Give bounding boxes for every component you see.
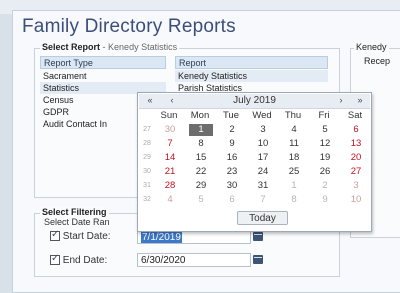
calendar-day[interactable]: 26 bbox=[313, 166, 337, 178]
calendar-day[interactable]: 1 bbox=[189, 124, 213, 136]
calendar-day[interactable]: 3 bbox=[344, 180, 368, 192]
calendar-day[interactable]: 5 bbox=[313, 124, 337, 136]
next-month-icon[interactable]: › bbox=[334, 95, 348, 105]
calendar-day[interactable]: 12 bbox=[313, 138, 337, 150]
calendar-day[interactable]: 8 bbox=[189, 138, 213, 150]
calendar-day[interactable]: 8 bbox=[282, 194, 306, 206]
calendar-day[interactable]: 22 bbox=[189, 166, 213, 178]
calendar-day[interactable]: 27 bbox=[344, 166, 368, 178]
start-date-input[interactable]: 7/1/2019 bbox=[137, 230, 251, 244]
day-name-sat: Sat bbox=[347, 110, 363, 121]
calendar-day[interactable]: 6 bbox=[344, 124, 368, 136]
calendar-day[interactable]: 30 bbox=[220, 180, 244, 192]
start-date-checkbox[interactable]: ✓ bbox=[50, 229, 60, 242]
end-date-row: ✓ End Date: bbox=[50, 253, 108, 266]
start-date-label: Start Date: bbox=[62, 231, 111, 242]
start-date-value: 7/1/2019 bbox=[141, 232, 182, 243]
day-name-mon: Mon bbox=[190, 110, 210, 121]
calendar-day[interactable]: 25 bbox=[282, 166, 306, 178]
day-name-tue: Tue bbox=[222, 110, 240, 121]
day-name-wed: Wed bbox=[252, 110, 272, 121]
calendar-day[interactable]: 4 bbox=[282, 124, 306, 136]
report-type-item-sacrament[interactable]: Sacrament bbox=[40, 70, 166, 82]
right-group-sublabel: Recep bbox=[364, 56, 391, 66]
next-year-icon[interactable]: » bbox=[353, 95, 367, 105]
report-item-kenedy-statistics[interactable]: Kenedy Statistics bbox=[175, 70, 328, 82]
checkmark-icon: ✓ bbox=[51, 253, 60, 265]
calendar-day[interactable]: 7 bbox=[158, 138, 182, 150]
calendar-day[interactable]: 9 bbox=[313, 194, 337, 206]
checkmark-icon: ✓ bbox=[51, 229, 60, 241]
calendar-day[interactable]: 17 bbox=[251, 152, 275, 164]
calendar-day[interactable]: 10 bbox=[344, 194, 368, 206]
today-button[interactable]: Today bbox=[237, 211, 288, 225]
date-range-label: Select Date Ran bbox=[44, 217, 110, 227]
calendar-day[interactable]: 30 bbox=[158, 124, 182, 136]
calendar-day[interactable]: 10 bbox=[251, 138, 275, 150]
calendar-day[interactable]: 7 bbox=[251, 194, 275, 206]
week-number: 28 bbox=[143, 140, 151, 147]
select-report-legend: Select Report - Kenedy Statistics bbox=[40, 42, 180, 52]
calendar-day[interactable]: 15 bbox=[189, 152, 213, 164]
day-name-sun: Sun bbox=[160, 110, 178, 121]
right-group-legend: Kenedy bbox=[354, 42, 389, 52]
calendar-day[interactable]: 19 bbox=[313, 152, 337, 164]
week-number: 31 bbox=[143, 182, 151, 189]
select-filtering-legend-title: Select Filtering bbox=[42, 207, 107, 217]
calendar-day[interactable]: 2 bbox=[220, 124, 244, 136]
calendar-nav-bar: « ‹ July 2019 › » bbox=[139, 94, 370, 109]
calendar-day[interactable]: 3 bbox=[251, 124, 275, 136]
calendar-day[interactable]: 13 bbox=[344, 138, 368, 150]
start-date-row: ✓ Start Date: bbox=[50, 229, 111, 242]
calendar-day[interactable]: 1 bbox=[282, 180, 306, 192]
calendar-day[interactable]: 31 bbox=[251, 180, 275, 192]
select-report-legend-title: Select Report bbox=[42, 42, 101, 52]
day-name-thu: Thu bbox=[284, 110, 302, 121]
end-date-label: End Date: bbox=[62, 255, 108, 266]
calendar-day[interactable]: 11 bbox=[282, 138, 306, 150]
calendar-day[interactable]: 4 bbox=[158, 194, 182, 206]
calendar-day[interactable]: 28 bbox=[158, 180, 182, 192]
calendar-day[interactable]: 14 bbox=[158, 152, 182, 164]
calendar-day[interactable]: 20 bbox=[344, 152, 368, 164]
end-date-calendar-icon[interactable] bbox=[253, 255, 263, 264]
calendar-day[interactable]: 16 bbox=[220, 152, 244, 164]
calendar-day[interactable]: 21 bbox=[158, 166, 182, 178]
select-report-legend-subtitle: - Kenedy Statistics bbox=[102, 42, 178, 52]
calendar-day[interactable]: 9 bbox=[220, 138, 244, 150]
date-picker-popup: « ‹ July 2019 › » Sun Mon Tue Wed Thu Fr… bbox=[137, 92, 372, 232]
end-date-input[interactable]: 6/30/2020 bbox=[137, 253, 251, 267]
calendar-day[interactable]: 18 bbox=[282, 152, 306, 164]
week-number: 32 bbox=[143, 196, 151, 203]
week-number: 27 bbox=[143, 126, 151, 133]
calendar-day[interactable]: 23 bbox=[220, 166, 244, 178]
week-number: 29 bbox=[143, 154, 151, 161]
calendar-day[interactable]: 24 bbox=[251, 166, 275, 178]
calendar-day[interactable]: 5 bbox=[189, 194, 213, 206]
day-name-fri: Fri bbox=[318, 110, 330, 121]
week-number: 30 bbox=[143, 168, 151, 175]
page-title: Family Directory Reports bbox=[22, 16, 236, 37]
calendar-day[interactable]: 6 bbox=[220, 194, 244, 206]
select-filtering-legend: Select Filtering bbox=[40, 207, 109, 217]
end-date-checkbox[interactable]: ✓ bbox=[50, 253, 60, 266]
start-date-calendar-icon[interactable] bbox=[253, 232, 263, 241]
report-type-header: Report Type bbox=[40, 56, 166, 69]
calendar-day[interactable]: 29 bbox=[189, 180, 213, 192]
report-header: Report bbox=[175, 56, 328, 69]
calendar-day[interactable]: 2 bbox=[313, 180, 337, 192]
